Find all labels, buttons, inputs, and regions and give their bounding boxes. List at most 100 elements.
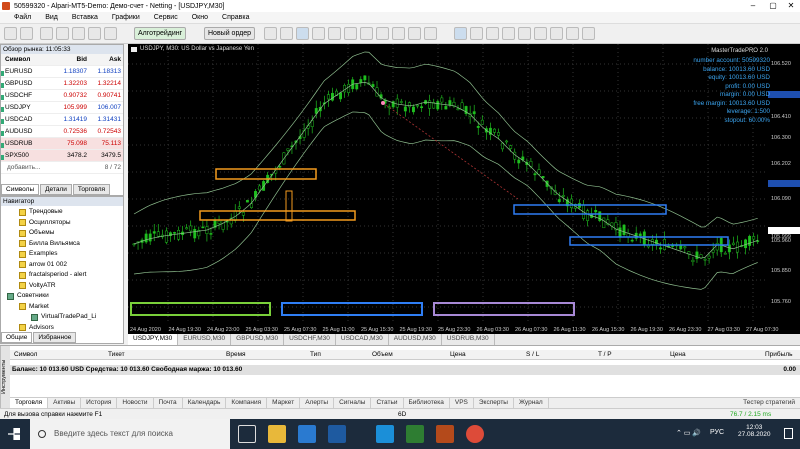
tab-experts[interactable]: Эксперты [474,398,514,408]
algo-trading-button[interactable]: Алготрейдинг [134,27,187,40]
market-row[interactable]: GBPUSD 1.32203 1.32214 [1,78,123,90]
col-header[interactable]: Время [226,350,246,360]
tab-mail[interactable]: Почта [154,398,183,408]
zone-box-blue[interactable] [513,204,667,215]
col-header[interactable]: Тип [310,350,321,360]
nav-item[interactable]: VirtualTradePad_Li [7,312,123,323]
terminal-icon[interactable] [88,27,101,40]
zone-box-orange[interactable] [215,168,317,180]
autoscroll-icon[interactable] [360,27,373,40]
col-ask[interactable]: Ask [87,56,121,63]
nav-item[interactable]: Трендовые [19,207,123,218]
text-icon[interactable] [566,27,579,40]
minimize-button[interactable]: – [744,0,762,12]
col-header[interactable]: T / P [598,350,612,360]
col-header[interactable]: Тикет [108,350,125,360]
market-row[interactable]: AUDUSD 0.72536 0.72543 [1,126,123,138]
market-watch-icon[interactable] [40,27,53,40]
chart-tab[interactable]: USDCHF,M30 [284,334,336,345]
fibo-icon[interactable] [550,27,563,40]
add-symbol-link[interactable]: добавить... [1,164,87,171]
trendline-icon[interactable] [518,27,531,40]
col-header[interactable]: S / L [526,350,539,360]
language-indicator[interactable]: РУС [710,429,724,436]
channel-icon[interactable] [534,27,547,40]
col-bid[interactable]: Bid [51,56,87,63]
chart-tab[interactable]: USDCAD,M30 [336,334,389,345]
maximize-button[interactable]: ▢ [764,0,782,12]
templates-icon[interactable] [424,27,437,40]
cursor-icon[interactable] [454,27,467,40]
taskbar-search[interactable]: Введите здесь текст для поиска [30,419,230,449]
chart-tab[interactable]: EURUSD,M30 [178,334,232,345]
chart-shift-icon[interactable] [376,27,389,40]
tab-favorites[interactable]: Избранное [33,332,77,343]
zone-box-orange[interactable] [199,210,356,221]
zoom-out-icon[interactable] [328,27,341,40]
price-chart[interactable]: 24 Aug 2020 24 Aug 19:30 24 Aug 23:00 25 Au… [128,44,800,334]
timeframes-icon[interactable] [408,27,421,40]
profiles-icon[interactable] [20,27,33,40]
new-chart-icon[interactable] [4,27,17,40]
navigator-icon[interactable] [72,27,85,40]
tab-signals[interactable]: Сигналы [334,398,372,408]
indicators-icon[interactable] [392,27,405,40]
start-button-icon[interactable] [8,428,20,440]
data-window-icon[interactable] [56,27,69,40]
tab-assets[interactable]: Активы [48,398,82,408]
col-symbol[interactable]: Символ [1,56,51,63]
col-header[interactable]: Цена [670,350,686,360]
menu-view[interactable]: Вид [38,14,65,21]
tab-journal[interactable]: Журнал [514,398,549,408]
tab-trade[interactable]: Торговля [10,398,49,408]
tab-history[interactable]: История [81,398,118,408]
tab-alerts[interactable]: Алерты [300,398,335,408]
tester-icon[interactable] [104,27,117,40]
grid-icon[interactable] [344,27,357,40]
notifications-icon[interactable] [784,428,793,439]
menu-tools[interactable]: Сервис [147,14,185,21]
zone-box-blue[interactable] [569,236,729,246]
new-order-button[interactable]: Новый ордер [204,27,256,40]
tab-library[interactable]: Библиотека [404,398,450,408]
menu-window[interactable]: Окно [185,14,215,21]
nav-item[interactable]: Осцилляторы [19,218,123,229]
tab-calendar[interactable]: Календарь [183,398,227,408]
edge-icon[interactable] [376,425,394,443]
market-row[interactable]: EURUSD 1.18307 1.18313 [1,66,123,78]
tab-common[interactable]: Общие [1,332,33,343]
close-button[interactable]: ✕ [782,0,800,12]
store-icon[interactable] [298,425,316,443]
zoom-in-icon[interactable] [312,27,325,40]
bar-chart-icon[interactable] [264,27,277,40]
tab-tester[interactable]: Тестер стратегий [738,398,800,408]
add-symbol-row[interactable]: добавить... 8 / 72 [1,162,123,174]
tab-news[interactable]: Новости [117,398,154,408]
col-header[interactable]: Прибыль [765,350,793,360]
mail-icon[interactable] [328,425,346,443]
tab-market[interactable]: Маркет [267,398,301,408]
nav-item[interactable]: Объемы [19,228,123,239]
chart-tab[interactable]: USDRUB,M30 [442,334,495,345]
menu-file[interactable]: Файл [0,14,38,21]
tab-symbols[interactable]: Символы [1,184,40,195]
candle-chart-icon[interactable] [280,27,293,40]
clock[interactable]: 12:03 27.08.2020 [738,424,771,438]
nav-item[interactable]: Examples [19,249,123,260]
nav-item[interactable]: VoltyATR [19,281,123,292]
task-view-icon[interactable] [238,425,256,443]
chart-tab[interactable]: AUDUSD,M30 [389,334,442,345]
panel-box-purple[interactable] [433,302,575,316]
shapes-icon[interactable] [582,27,595,40]
nav-item[interactable]: fractalsperiod - alert [19,270,123,281]
panel-box-green[interactable] [130,302,271,316]
chrome-icon[interactable] [466,425,484,443]
nav-item[interactable]: Билла Вильямса [19,239,123,250]
crosshair-icon[interactable] [470,27,483,40]
tab-articles[interactable]: Статьи [371,398,404,408]
nav-item[interactable]: arrow 01 002 [19,260,123,271]
nav-item[interactable]: Market [7,302,123,313]
explorer-icon[interactable] [268,425,286,443]
horizontal-line-icon[interactable] [502,27,515,40]
market-row[interactable]: USDCAD 1.31419 1.31431 [1,114,123,126]
